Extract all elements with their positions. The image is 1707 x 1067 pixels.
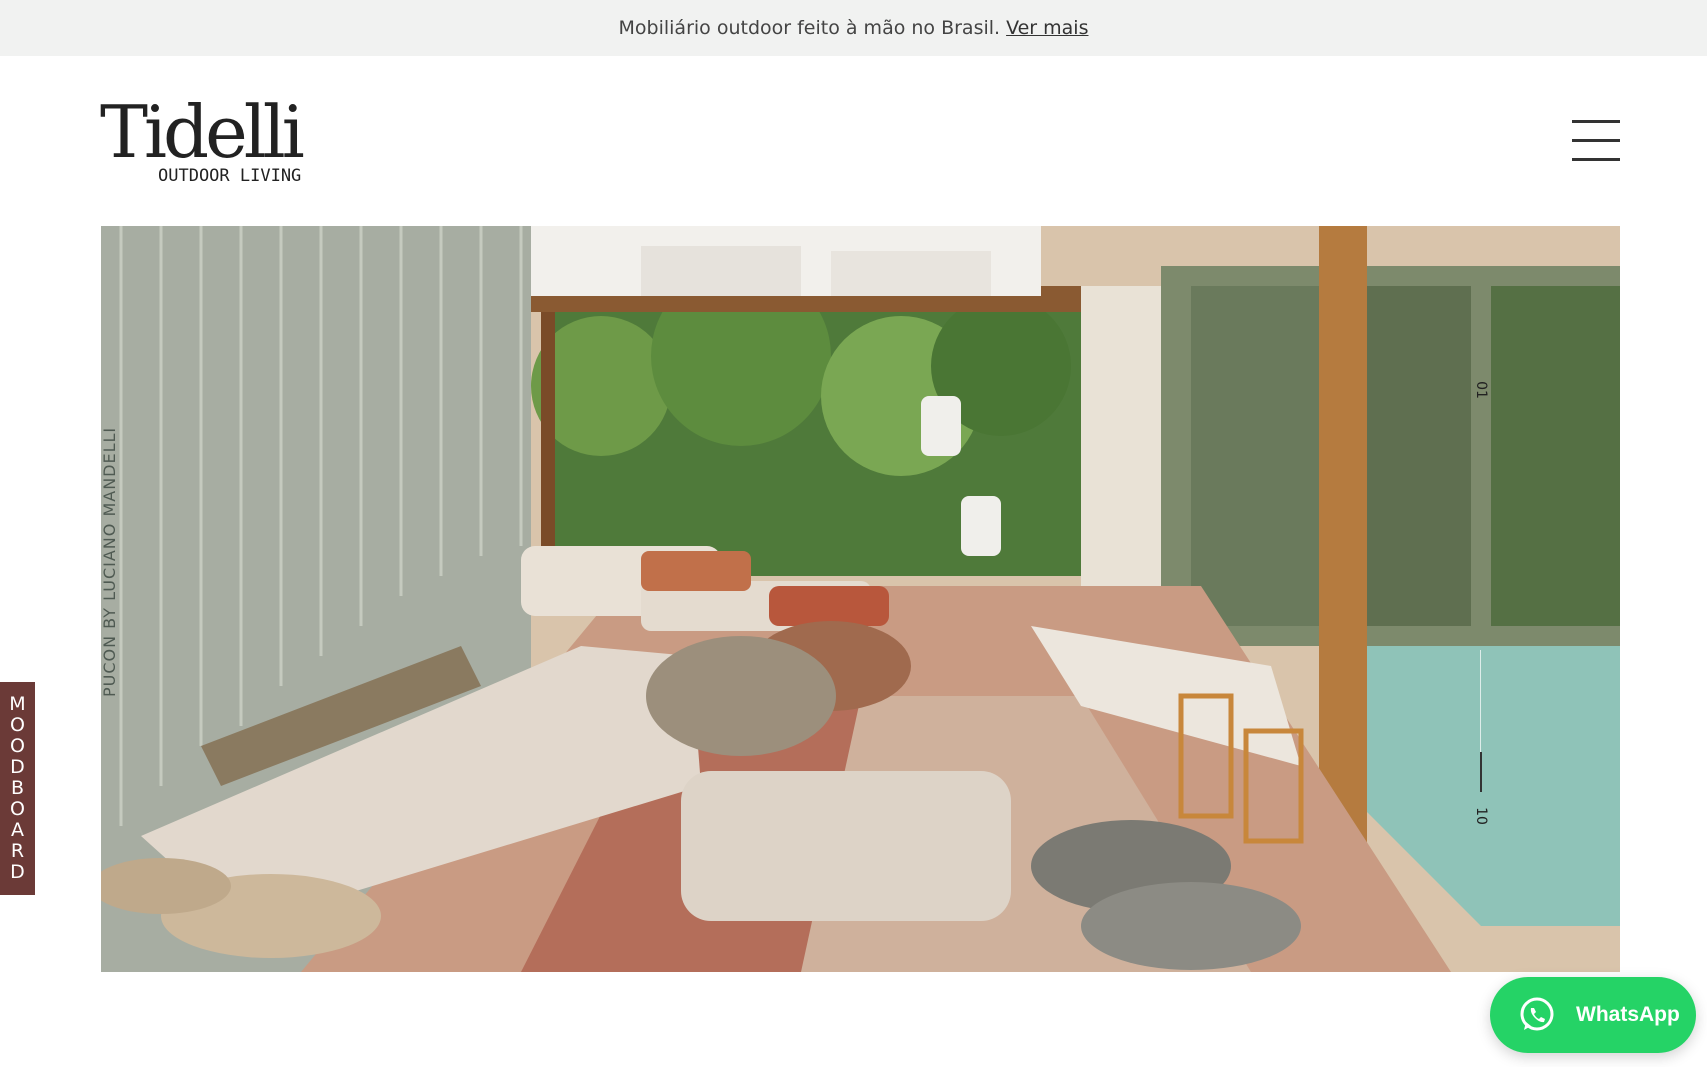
announcement-link[interactable]: Ver mais <box>1006 17 1088 39</box>
announcement-text: Mobiliário outdoor feito à mão no Brasil… <box>618 17 1001 39</box>
hero-illustration <box>101 226 1620 972</box>
moodboard-tab[interactable]: MOODBOARD <box>0 682 35 895</box>
whatsapp-label: WhatsApp <box>1576 1003 1680 1026</box>
logo[interactable]: Tidelli OUTDOOR LIVING <box>100 96 305 188</box>
announcement-bar: Mobiliário outdoor feito à mão no Brasil… <box>0 0 1707 56</box>
logo-tagline: OUTDOOR LIVING <box>158 166 302 186</box>
moodboard-label: MOODBOARD <box>9 693 26 883</box>
whatsapp-button[interactable]: WhatsApp <box>1490 977 1696 1053</box>
slide-counter-current: 01 <box>1472 381 1489 399</box>
whatsapp-icon <box>1520 997 1554 1031</box>
hero-caption: PUCON BY LUCIANO MANDELLI <box>100 427 119 698</box>
slide-counter-total: 10 <box>1472 807 1489 825</box>
logo-wordmark: Tidelli <box>100 90 305 174</box>
slide-progress-indicator <box>1480 752 1482 792</box>
hero-image <box>101 226 1620 972</box>
hamburger-menu-icon[interactable] <box>1572 118 1620 164</box>
